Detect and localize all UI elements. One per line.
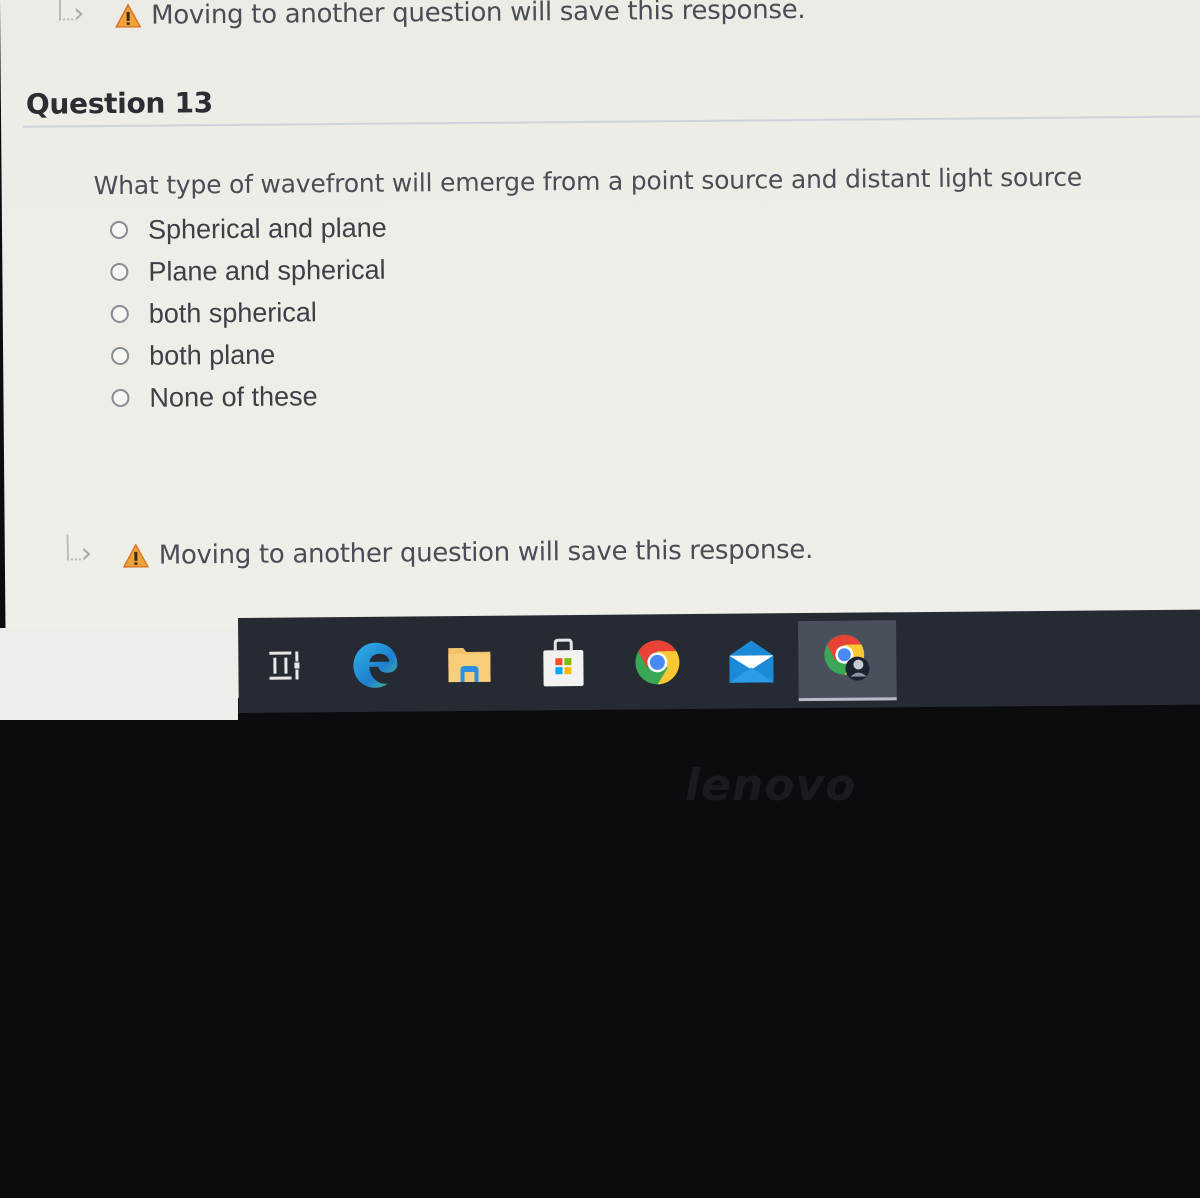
arrow-return-icon <box>63 544 97 568</box>
warning-icon <box>122 543 149 568</box>
option-spherical-and-plane[interactable]: Spherical and plane <box>109 207 387 251</box>
option-label: Plane and spherical <box>148 254 386 287</box>
edge-icon <box>353 642 398 688</box>
option-both-plane[interactable]: both plane <box>111 333 388 377</box>
chrome-profile-icon <box>824 634 870 681</box>
save-notice-text: Moving to another question will save thi… <box>158 534 814 571</box>
warning-icon <box>115 3 142 28</box>
option-both-spherical[interactable]: both spherical <box>110 291 388 335</box>
radio-button[interactable] <box>110 304 129 324</box>
task-view-icon <box>269 650 300 680</box>
option-plane-and-spherical[interactable]: Plane and spherical <box>110 249 387 293</box>
arrow-return-icon <box>55 4 89 28</box>
radio-button[interactable] <box>111 346 130 366</box>
chrome-icon <box>635 639 680 684</box>
question-text: What type of wavefront will emerge from … <box>93 162 1083 201</box>
option-label: Spherical and plane <box>147 212 387 245</box>
save-notice-text: Moving to another question will save thi… <box>151 0 806 31</box>
option-none-of-these[interactable]: None of these <box>111 375 388 419</box>
taskbar-search-area[interactable] <box>0 628 238 720</box>
option-label: both spherical <box>148 296 317 329</box>
lenovo-logo: lenovo <box>685 760 857 811</box>
file-explorer-icon <box>448 647 491 682</box>
edge-button[interactable] <box>328 624 423 705</box>
option-label: None of these <box>149 380 318 413</box>
mail-button[interactable] <box>704 621 799 702</box>
file-explorer-button[interactable] <box>422 623 517 704</box>
save-notice-bottom: Moving to another question will save thi… <box>63 535 813 572</box>
microsoft-store-icon <box>543 638 584 686</box>
mail-icon <box>729 640 774 683</box>
task-view-button[interactable] <box>240 625 329 706</box>
save-notice-top: Moving to another question will save thi… <box>55 0 805 32</box>
answer-options: Spherical and plane Plane and spherical … <box>109 207 389 419</box>
chrome-profile-button[interactable] <box>798 619 897 701</box>
radio-button[interactable] <box>111 388 130 408</box>
chrome-button[interactable] <box>610 621 705 702</box>
microsoft-store-button[interactable] <box>516 622 611 703</box>
browser-page: Moving to another question will save thi… <box>0 0 1200 700</box>
option-label: both plane <box>148 339 276 371</box>
radio-button[interactable] <box>109 220 129 240</box>
radio-button[interactable] <box>110 262 129 282</box>
taskbar <box>238 609 1200 713</box>
question-title: Question 13 <box>25 86 214 121</box>
